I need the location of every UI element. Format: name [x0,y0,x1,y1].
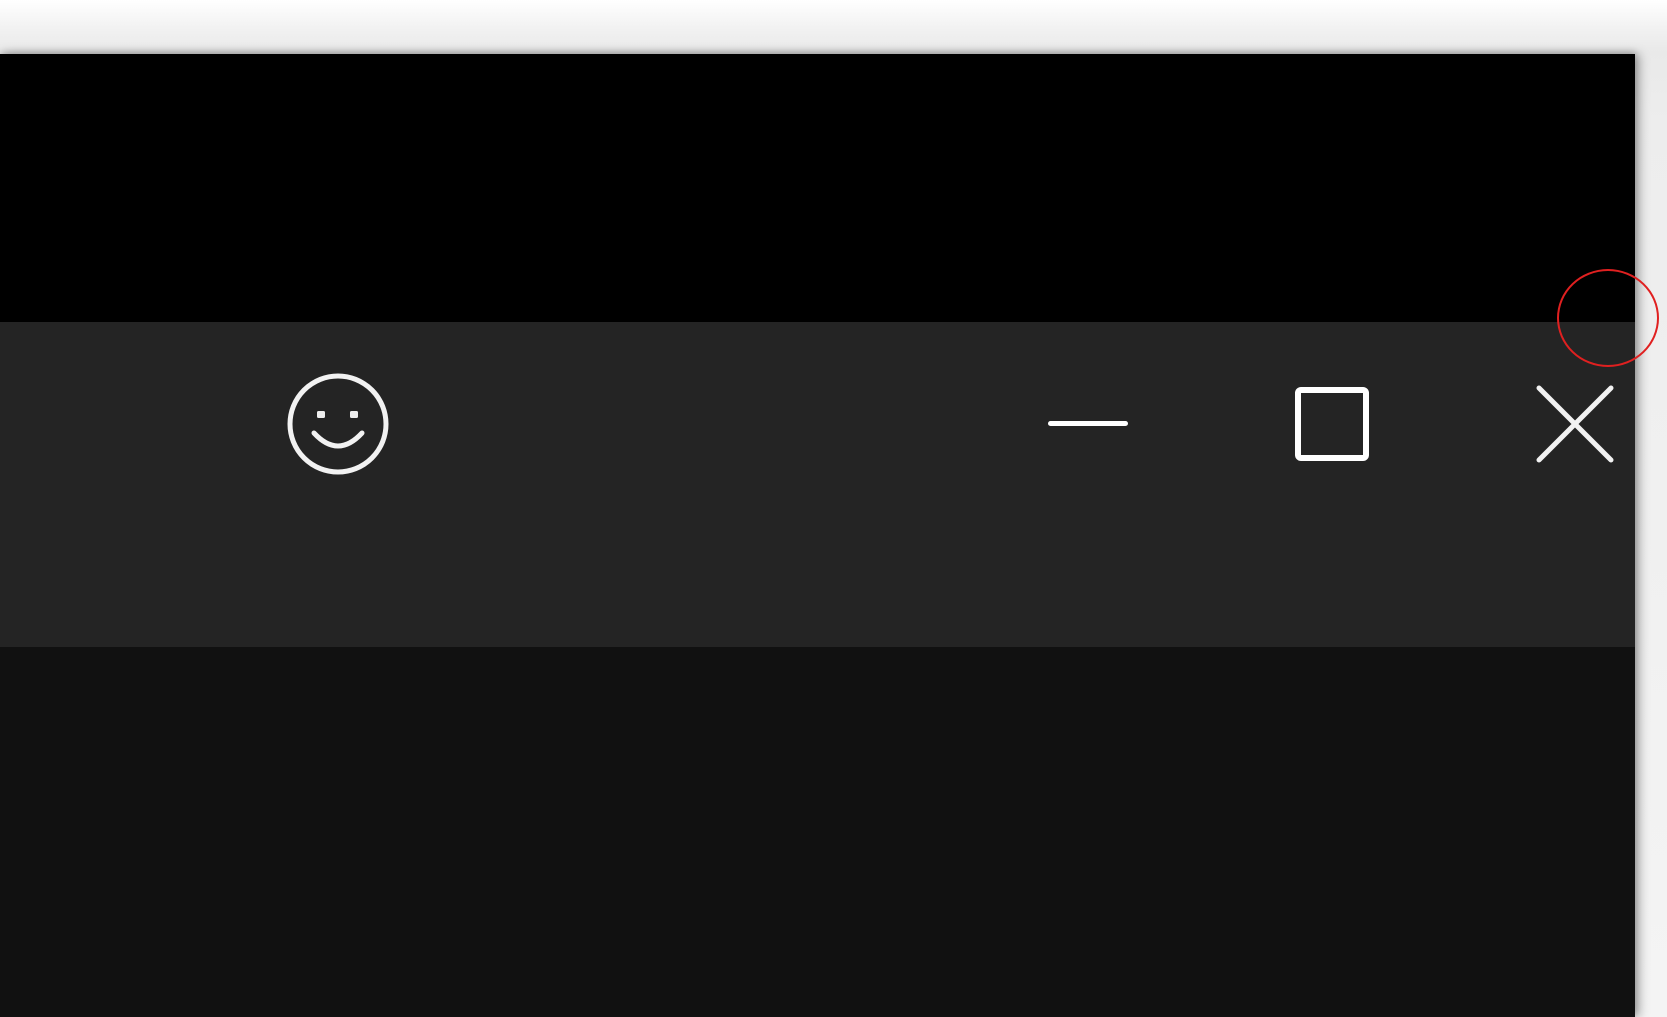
minimize-button[interactable] [1018,354,1158,494]
maximize-button[interactable] [1262,354,1402,494]
smiley-face-icon [287,373,389,475]
title-bar [0,322,1635,647]
window-content [0,647,1635,1017]
app-window [0,54,1635,1017]
window-top-area [0,54,1635,322]
close-icon [1536,385,1614,463]
close-button[interactable] [1505,354,1635,494]
emoji-button[interactable] [268,354,408,494]
maximize-icon [1295,387,1369,461]
minimize-icon [1048,421,1128,426]
